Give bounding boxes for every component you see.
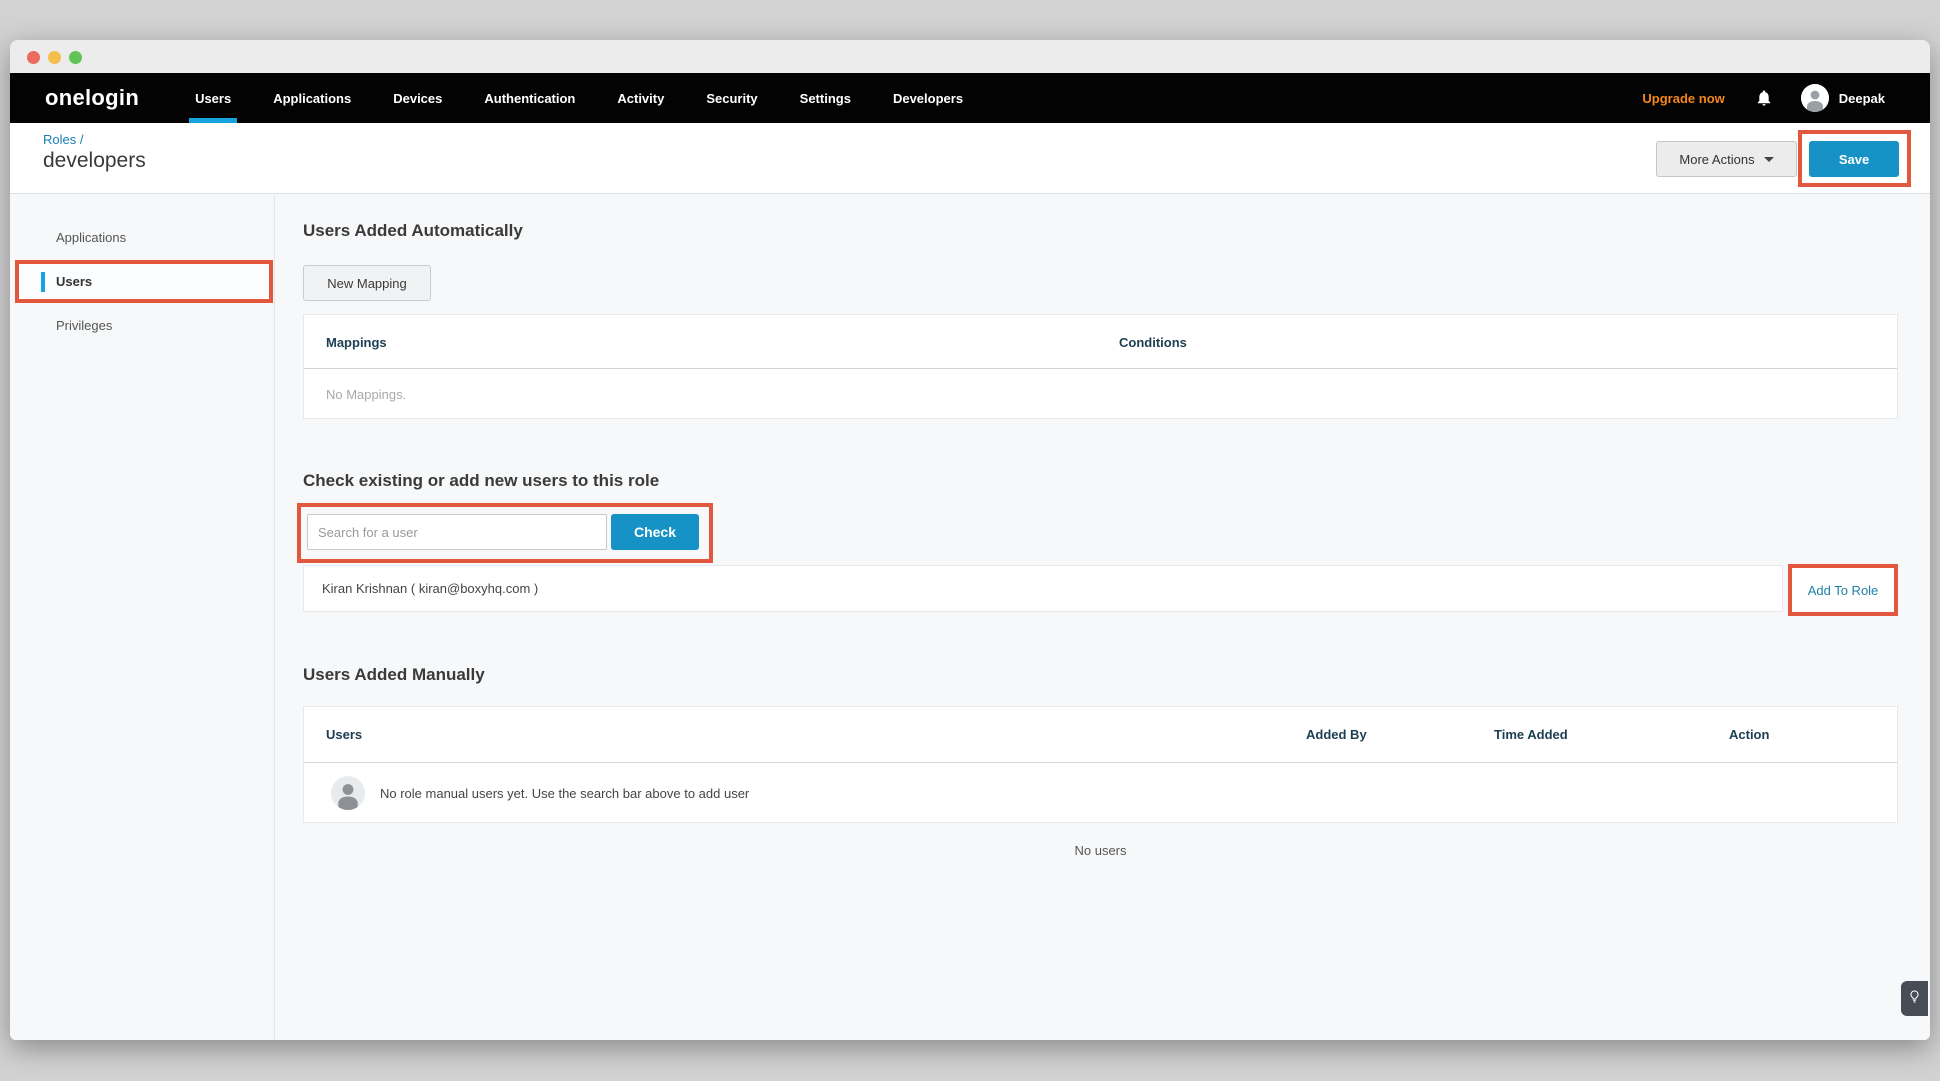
primary-nav: Users Applications Devices Authenticatio… [189, 73, 999, 123]
person-icon [331, 776, 365, 810]
maximize-window-button[interactable] [69, 51, 82, 64]
nav-tab-devices[interactable]: Devices [387, 73, 448, 123]
content-area: Applications Users Privileges Users Adde… [10, 195, 1930, 1040]
column-header-conditions: Conditions [1119, 335, 1187, 350]
manual-users-table: Users Added By Time Added Action No role… [303, 706, 1898, 823]
nav-tab-developers[interactable]: Developers [887, 73, 969, 123]
more-actions-button[interactable]: More Actions [1656, 141, 1797, 177]
minimize-window-button[interactable] [48, 51, 61, 64]
user-result-row: Kiran Krishnan ( kiran@boxyhq.com ) [303, 565, 1783, 612]
top-navbar: onelogin Users Applications Devices Auth… [10, 73, 1930, 123]
new-mapping-button[interactable]: New Mapping [303, 265, 431, 301]
sidebar-item-users[interactable]: Users [56, 274, 92, 289]
manual-users-empty-row: No role manual users yet. Use the search… [304, 764, 1897, 823]
mappings-table-header: Mappings Conditions [304, 315, 1897, 369]
page-header: Roles / developers More Actions Save [10, 123, 1930, 194]
window-titlebar [10, 40, 1930, 73]
notifications-bell-icon[interactable] [1755, 88, 1773, 108]
app-window: onelogin Users Applications Devices Auth… [10, 40, 1930, 1040]
heading-users-added-manually: Users Added Manually [303, 665, 485, 685]
column-header-users: Users [326, 727, 362, 742]
more-actions-label: More Actions [1679, 152, 1754, 167]
breadcrumb-roles-link[interactable]: Roles / [43, 132, 83, 147]
username-label[interactable]: Deepak [1839, 91, 1885, 106]
upgrade-now-link[interactable]: Upgrade now [1642, 91, 1724, 106]
onelogin-logo[interactable]: onelogin [45, 85, 139, 111]
check-button[interactable]: Check [611, 514, 699, 550]
lightbulb-icon [1907, 989, 1922, 1009]
heading-check-existing-users: Check existing or add new users to this … [303, 471, 659, 491]
annotation-box-add-to-role: Add To Role [1788, 564, 1898, 616]
user-avatar-icon[interactable] [1801, 84, 1829, 112]
search-user-input[interactable] [307, 514, 607, 550]
active-item-bar [41, 272, 45, 292]
column-header-time-added: Time Added [1494, 727, 1568, 742]
nav-tab-authentication[interactable]: Authentication [478, 73, 581, 123]
sidebar-item-privileges[interactable]: Privileges [10, 307, 274, 343]
column-header-added-by: Added By [1306, 727, 1367, 742]
sidebar-item-applications[interactable]: Applications [10, 219, 274, 255]
manual-users-table-header: Users Added By Time Added Action [304, 707, 1897, 763]
lightbulb-widget-button[interactable] [1901, 981, 1928, 1016]
add-to-role-link[interactable]: Add To Role [1808, 583, 1879, 598]
manual-users-empty-text: No role manual users yet. Use the search… [380, 786, 749, 801]
heading-users-added-automatically: Users Added Automatically [303, 221, 523, 241]
nav-tab-users[interactable]: Users [189, 73, 237, 123]
role-sidebar: Applications Users Privileges [10, 195, 275, 1040]
navbar-right-group: Upgrade now Deepak [1642, 73, 1885, 123]
annotation-box-sidebar-users[interactable]: Users [15, 260, 273, 303]
no-users-text: No users [303, 843, 1898, 858]
column-header-mappings: Mappings [326, 335, 387, 350]
caret-down-icon [1764, 157, 1774, 162]
page-title: developers [43, 149, 146, 173]
nav-tab-activity[interactable]: Activity [611, 73, 670, 123]
nav-tab-security[interactable]: Security [700, 73, 763, 123]
mappings-table: Mappings Conditions No Mappings. [303, 314, 1898, 419]
nav-tab-settings[interactable]: Settings [794, 73, 857, 123]
user-result-text: Kiran Krishnan ( kiran@boxyhq.com ) [322, 581, 538, 596]
close-window-button[interactable] [27, 51, 40, 64]
nav-tab-applications[interactable]: Applications [267, 73, 357, 123]
mappings-empty-text: No Mappings. [326, 387, 406, 402]
column-header-action: Action [1729, 727, 1769, 742]
save-button[interactable]: Save [1809, 141, 1899, 177]
